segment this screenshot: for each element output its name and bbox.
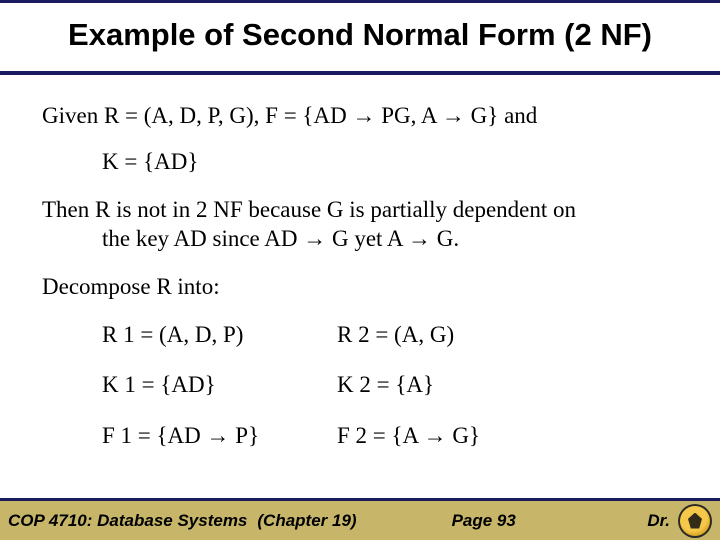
cell-f1: F 1 = {AD → P} <box>102 421 337 450</box>
cell-r2: R 2 = (A, G) <box>337 321 572 349</box>
decompose-line: Decompose R into: <box>42 273 678 301</box>
arrow-icon: → <box>442 102 465 128</box>
arrow-icon: → <box>352 102 375 128</box>
then-text-c: G. <box>431 226 459 251</box>
cell-k1: K 1 = {AD} <box>102 371 337 399</box>
then-paragraph: Then R is not in 2 NF because G is parti… <box>42 196 678 253</box>
f1-b: P} <box>230 423 260 448</box>
key-line: K = {AD} <box>42 148 678 176</box>
ucf-logo-icon <box>678 504 712 538</box>
decomposition-table: R 1 = (A, D, P) R 2 = (A, G) K 1 = {AD} … <box>42 321 678 450</box>
page-label: Page 93 <box>452 511 516 531</box>
arrow-icon: → <box>424 422 447 448</box>
slide-title: Example of Second Normal Form (2 NF) <box>0 17 720 53</box>
cell-k2: K 2 = {A} <box>337 371 572 399</box>
then-text-b: G yet A <box>326 226 408 251</box>
author-label: Dr. <box>647 511 670 531</box>
cell-r1: R 1 = (A, D, P) <box>102 321 337 349</box>
slide-content: Given R = (A, D, P, G), F = {AD → PG, A … <box>0 75 720 450</box>
then-line-2: the key AD since AD → G yet A → G. <box>42 224 678 253</box>
arrow-icon: → <box>207 422 230 448</box>
then-line-1: Then R is not in 2 NF because G is parti… <box>42 197 576 222</box>
footer-bar: COP 4710: Database Systems (Chapter 19) … <box>0 498 720 540</box>
given-text-3: G} and <box>465 103 537 128</box>
title-bar: Example of Second Normal Form (2 NF) <box>0 3 720 75</box>
then-text-a: the key AD since AD <box>102 226 303 251</box>
given-text-2: PG, A <box>375 103 441 128</box>
arrow-icon: → <box>408 225 431 251</box>
f2-b: G} <box>447 423 480 448</box>
arrow-icon: → <box>303 225 326 251</box>
cell-f2: F 2 = {A → G} <box>337 421 572 450</box>
chapter-label: (Chapter 19) <box>257 511 356 531</box>
slide: Example of Second Normal Form (2 NF) Giv… <box>0 0 720 540</box>
given-line: Given R = (A, D, P, G), F = {AD → PG, A … <box>42 101 678 130</box>
course-label: COP 4710: Database Systems <box>8 511 247 531</box>
f1-a: F 1 = {AD <box>102 423 207 448</box>
f2-a: F 2 = {A <box>337 423 424 448</box>
given-text-1: Given R = (A, D, P, G), F = {AD <box>42 103 352 128</box>
